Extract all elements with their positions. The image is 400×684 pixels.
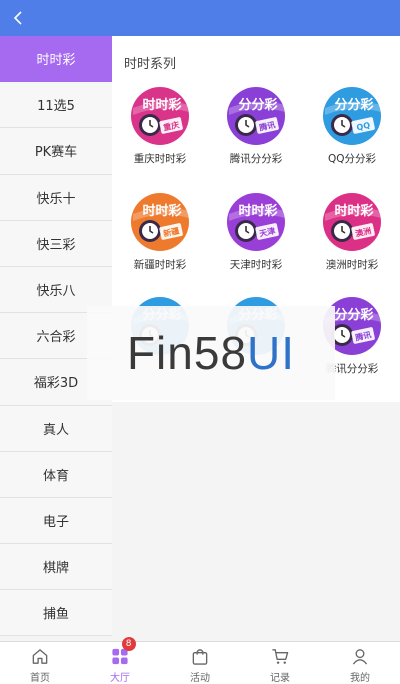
tab-home[interactable]: 首页 [0,642,80,684]
sidebar-item-slots[interactable]: 电子 [0,497,112,545]
sidebar-item-11x5[interactable]: 11选5 [0,82,112,129]
watermark-text: Fin58 [126,327,248,379]
lottery-icon: 时时彩新疆 [131,193,189,251]
tab-label: 我的 [350,673,370,684]
sidebar-item-kl10[interactable]: 快乐十 [0,174,112,221]
game-tile[interactable]: 时时彩 澳洲 澳洲时时彩 [304,188,400,280]
game-tile[interactable]: 时时彩 重庆 重庆时时彩 [112,82,208,174]
lottery-icon: 分分彩腾讯 [227,87,285,145]
lottery-icon: 时时彩天津 [227,193,285,251]
sidebar-item-sports[interactable]: 体育 [0,451,112,498]
game-tile[interactable]: 时时彩 天津 天津时时彩 [208,188,304,280]
icon-title-text: 时时彩 [142,203,181,219]
icon-title-text: 分分彩 [238,97,277,113]
icon-title-text: 时时彩 [142,97,181,113]
tab-label: 首页 [30,673,50,684]
game-tile[interactable]: 分分彩 腾讯 腾讯分分彩 [208,82,304,174]
back-button[interactable] [6,6,30,30]
notification-badge: 8 [121,637,136,651]
game-label: 重庆时时彩 [133,153,187,165]
icon-title-text: 时时彩 [334,203,373,219]
sidebar-item-k3[interactable]: 快三彩 [0,220,112,267]
watermark: Fin58UI [87,306,335,400]
tab-lobby[interactable]: 8 大厅 [80,637,160,684]
chevron-left-icon [13,11,22,25]
tab-records[interactable]: 记录 [240,642,320,684]
game-label: 澳洲时时彩 [325,259,379,271]
game-label: QQ分分彩 [327,153,377,165]
top-bar [0,0,400,36]
bag-icon [192,649,208,665]
bottom-tab-bar: 首页 8 大厅 活动 记录 我的 [0,637,400,684]
tab-activity[interactable]: 活动 [160,642,240,684]
sidebar-item-cards[interactable]: 棋牌 [0,544,112,591]
game-label: 腾讯分分彩 [229,153,283,165]
sidebar-item-live[interactable]: 真人 [0,405,112,452]
sidebar-item-pk10[interactable]: PK赛车 [0,128,112,175]
section-title: 时时系列 [124,57,177,72]
sidebar-item-fishing[interactable]: 捕鱼 [0,590,112,637]
icon-title-text: 时时彩 [238,203,277,219]
cart-icon [272,649,289,664]
lottery-icon: 时时彩重庆 [131,87,189,145]
lottery-icon: 分分彩QQ [323,87,381,145]
sidebar-item-ssc[interactable]: 时时彩 [0,36,112,83]
icon-title-text: 分分彩 [334,307,373,323]
game-label: 新疆时时彩 [133,259,187,271]
game-tile[interactable]: 分分彩 QQ QQ分分彩 [304,82,400,174]
tab-label: 大厅 [110,673,130,684]
icon-title-text: 分分彩 [334,97,373,113]
game-tile[interactable]: 时时彩 新疆 新疆时时彩 [112,188,208,280]
lottery-icon: 时时彩澳洲 [323,193,381,251]
home-icon [32,649,48,664]
tab-label: 活动 [190,673,210,684]
watermark-text-accent: UI [247,327,296,379]
tab-label: 记录 [270,673,290,684]
user-icon [352,649,368,665]
tab-profile[interactable]: 我的 [320,642,400,684]
game-label: 天津时时彩 [229,259,283,271]
